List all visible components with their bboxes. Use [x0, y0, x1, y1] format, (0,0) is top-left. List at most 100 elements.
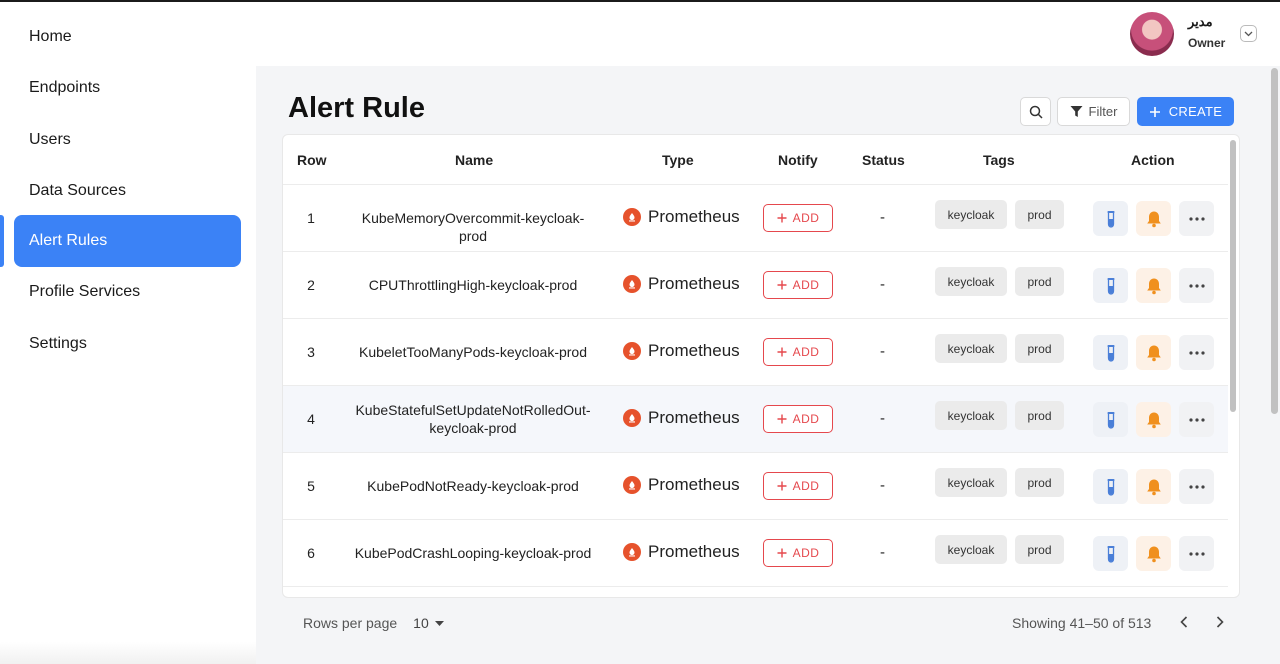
sidebar-item-home[interactable]: Home — [14, 11, 241, 63]
chevron-left-icon — [1180, 616, 1188, 628]
column-header-tags: Tags — [983, 152, 1015, 168]
rule-status: - — [880, 410, 885, 427]
alert-bell-button[interactable] — [1136, 268, 1171, 303]
create-button[interactable]: CREATE — [1137, 97, 1234, 126]
test-rule-button[interactable] — [1093, 335, 1128, 370]
table-row[interactable]: 2 CPUThrottlingHigh-keycloak-prod Promethe… — [283, 252, 1228, 319]
add-notify-button[interactable]: ADD — [763, 539, 833, 567]
rule-status: - — [880, 343, 885, 360]
tag-badge[interactable]: prod — [1015, 334, 1064, 363]
table-row[interactable]: 5 KubePodNotReady-keycloak-prod Prometheus… — [283, 453, 1228, 520]
test-tube-icon — [1107, 478, 1114, 496]
table-scrollbar[interactable] — [1230, 140, 1236, 412]
tag-badge[interactable]: keycloak — [935, 267, 1007, 296]
add-notify-button[interactable]: ADD — [763, 472, 833, 500]
column-header-status: Status — [862, 152, 905, 168]
more-icon — [1188, 283, 1205, 288]
test-rule-button[interactable] — [1093, 201, 1128, 236]
rows-per-page-select[interactable]: 10 — [413, 615, 444, 631]
rule-type: Prometheus — [623, 542, 740, 562]
more-actions-button[interactable] — [1179, 201, 1214, 236]
sidebar-item-settings[interactable]: Settings — [14, 318, 241, 370]
more-actions-button[interactable] — [1179, 402, 1214, 437]
test-rule-button[interactable] — [1093, 469, 1128, 504]
plus-icon — [777, 347, 787, 357]
alert-bell-button[interactable] — [1136, 402, 1171, 437]
alert-bell-button[interactable] — [1136, 335, 1171, 370]
rule-name[interactable]: KubeMemoryOvercommit-keycloak-prod — [353, 209, 593, 245]
main-content: Alert Rule Filter CREATE Row Name Type N… — [256, 66, 1280, 664]
test-rule-button[interactable] — [1093, 402, 1128, 437]
sidebar-item-alert-rules[interactable]: Alert Rules — [14, 215, 241, 267]
sidebar-item-label: Home — [29, 28, 72, 45]
sidebar-item-endpoints[interactable]: Endpoints — [14, 62, 241, 114]
rule-name[interactable]: CPUThrottlingHigh-keycloak-prod — [353, 276, 593, 294]
prev-page-button[interactable] — [1173, 611, 1195, 633]
table-row[interactable]: 1 KubeMemoryOvercommit-keycloak-prod Prome… — [283, 185, 1228, 252]
rule-type-label: Prometheus — [648, 542, 740, 561]
tag-badge[interactable]: keycloak — [935, 334, 1007, 363]
add-label: ADD — [792, 345, 820, 359]
alert-bell-button[interactable] — [1136, 469, 1171, 504]
add-label: ADD — [792, 546, 820, 560]
tag-badge[interactable]: keycloak — [935, 401, 1007, 430]
sidebar-item-label: Profile Services — [29, 283, 141, 300]
more-actions-button[interactable] — [1179, 268, 1214, 303]
next-page-button[interactable] — [1209, 611, 1231, 633]
filter-button[interactable]: Filter — [1057, 97, 1130, 126]
sidebar-item-users[interactable]: Users — [14, 114, 241, 166]
tag-badge[interactable]: keycloak — [935, 535, 1007, 564]
add-notify-button[interactable]: ADD — [763, 405, 833, 433]
prometheus-icon — [623, 476, 641, 494]
more-actions-button[interactable] — [1179, 469, 1214, 504]
add-notify-button[interactable]: ADD — [763, 204, 833, 232]
table-row[interactable]: 4 KubeStatefulSetUpdateNotRolledOut-keycl… — [283, 386, 1228, 453]
user-menu-toggle[interactable] — [1240, 25, 1257, 42]
plus-icon — [777, 213, 787, 223]
search-button[interactable] — [1020, 97, 1051, 126]
avatar[interactable] — [1130, 12, 1174, 56]
chevron-right-icon — [1216, 616, 1224, 628]
tag-badge[interactable]: prod — [1015, 267, 1064, 296]
prometheus-icon — [623, 543, 641, 561]
alert-bell-button[interactable] — [1136, 536, 1171, 571]
tag-badge[interactable]: prod — [1015, 535, 1064, 564]
rule-type: Prometheus — [623, 341, 740, 361]
more-actions-button[interactable] — [1179, 335, 1214, 370]
row-number: 1 — [307, 210, 315, 226]
page-scrollbar[interactable] — [1271, 68, 1278, 414]
more-icon — [1188, 417, 1205, 422]
prometheus-icon — [623, 275, 641, 293]
more-icon — [1188, 216, 1205, 221]
table-row[interactable]: 6 KubePodCrashLooping-keycloak-prod Promet… — [283, 520, 1228, 587]
prometheus-icon — [623, 208, 641, 226]
add-notify-button[interactable]: ADD — [763, 271, 833, 299]
add-label: ADD — [792, 278, 820, 292]
bell-icon — [1146, 211, 1161, 227]
test-tube-icon — [1107, 344, 1114, 362]
create-label: CREATE — [1168, 104, 1223, 119]
tag-badge[interactable]: keycloak — [935, 468, 1007, 497]
sidebar-item-data-sources[interactable]: Data Sources — [14, 165, 241, 217]
add-notify-button[interactable]: ADD — [763, 338, 833, 366]
test-rule-button[interactable] — [1093, 268, 1128, 303]
rule-name[interactable]: KubePodNotReady-keycloak-prod — [353, 477, 593, 495]
rule-name[interactable]: KubeletTooManyPods-keycloak-prod — [353, 343, 593, 361]
rule-type: Prometheus — [623, 274, 740, 294]
rule-name[interactable]: KubePodCrashLooping-keycloak-prod — [353, 544, 593, 562]
table-row[interactable]: 3 KubeletTooManyPods-keycloak-prod Prometh… — [283, 319, 1228, 386]
rows-per-page: Rows per page 10 — [303, 615, 444, 631]
test-rule-button[interactable] — [1093, 536, 1128, 571]
test-tube-icon — [1107, 411, 1114, 429]
tag-badge[interactable]: prod — [1015, 200, 1064, 229]
sidebar-item-profile-services[interactable]: Profile Services — [14, 266, 241, 318]
column-header-notify: Notify — [778, 152, 818, 168]
rule-name[interactable]: KubeStatefulSetUpdateNotRolledOut-keyclo… — [353, 401, 593, 437]
tag-badge[interactable]: keycloak — [935, 200, 1007, 229]
plus-icon — [1149, 106, 1160, 117]
tag-badge[interactable]: prod — [1015, 468, 1064, 497]
tag-badge[interactable]: prod — [1015, 401, 1064, 430]
more-actions-button[interactable] — [1179, 536, 1214, 571]
rule-status: - — [880, 276, 885, 293]
alert-bell-button[interactable] — [1136, 201, 1171, 236]
